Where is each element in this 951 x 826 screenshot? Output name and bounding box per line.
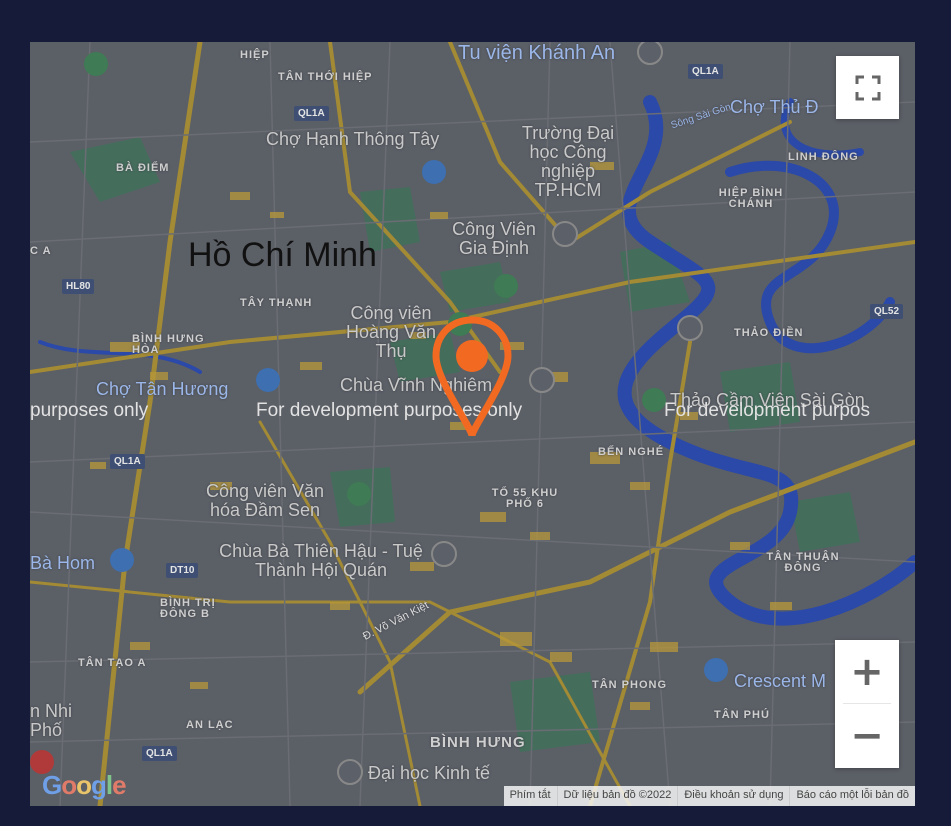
- district-label: LINH ĐÔNG: [788, 151, 859, 163]
- poi-label: Tu viện Khánh An: [458, 42, 616, 64]
- keyboard-shortcuts-link[interactable]: Phím tắt: [504, 786, 557, 806]
- map-view[interactable]: HIỆP TÂN THỚI HIỆP BÀ ĐIỂM TÂY THẠNH BÌN…: [30, 42, 915, 806]
- terms-link[interactable]: Điều khoản sử dụng: [677, 786, 789, 806]
- zoom-in-button[interactable]: +: [835, 640, 899, 703]
- route-shield: QL1A: [294, 106, 329, 121]
- district-label: C A: [30, 245, 52, 257]
- route-shield: HL80: [62, 279, 95, 294]
- district-label: HIỆP BÌNH CHÁNH: [718, 187, 784, 210]
- route-shield: QL52: [870, 304, 904, 319]
- district-label: AN LẠC: [186, 719, 234, 731]
- district-label: HIỆP: [240, 49, 270, 61]
- fullscreen-button[interactable]: [836, 56, 899, 119]
- report-error-link[interactable]: Báo cáo một lỗi bản đồ: [789, 786, 915, 806]
- city-label: Hồ Chí Minh: [188, 236, 377, 274]
- dev-watermark: purposes only: [30, 400, 149, 421]
- route-shield: QL1A: [688, 64, 723, 79]
- poi-label: Bà Hom: [30, 553, 96, 573]
- poi-label: Chợ Tân Hương: [96, 379, 229, 399]
- district-label: TÂN TẠO A: [78, 657, 147, 669]
- poi-label: Crescent M: [734, 671, 827, 691]
- route-shield: QL1A: [142, 746, 177, 761]
- poi-label: Chợ Thủ Đ: [730, 97, 819, 117]
- poi-label: Chợ Hạnh Thông Tây: [266, 129, 440, 149]
- google-logo[interactable]: Google: [42, 770, 127, 801]
- dev-watermark: For development purpos: [664, 400, 870, 421]
- poi-label: Công Viên Gia Định: [452, 219, 536, 258]
- district-label: TÂN PHONG: [592, 679, 667, 691]
- location-marker-icon[interactable]: [430, 316, 514, 440]
- district-label: BÌNH HƯNG HÒA: [132, 333, 205, 356]
- map-attribution: Phím tắt Dữ liệu bản đồ ©2022 Điều khoản…: [503, 786, 915, 806]
- poi-label: n Nhi Phố: [30, 701, 73, 740]
- district-label: BẾN NGHÉ: [598, 446, 665, 458]
- poi-label: Đại học Kinh tế: [368, 763, 491, 783]
- poi-label: Công viên Văn hóa Đầm Sen: [205, 481, 325, 520]
- district-label: BÌNH TRỊ ĐÔNG B: [160, 597, 216, 620]
- zoom-out-button[interactable]: −: [835, 704, 899, 767]
- map-data-link[interactable]: Dữ liệu bản đồ ©2022: [556, 786, 678, 806]
- district-label: TÂN PHÚ: [714, 709, 770, 721]
- fullscreen-icon: [855, 75, 880, 100]
- district-label: TỔ 55 KHU PHỐ 6: [491, 487, 559, 510]
- district-label: BÀ ĐIỂM: [116, 162, 170, 174]
- district-label: BÌNH HƯNG: [430, 734, 526, 751]
- poi-label: Chùa Bà Thiên Hậu - Tuệ Thành Hội Quán: [219, 541, 423, 580]
- district-label: TÂN THỚI HIỆP: [278, 71, 373, 83]
- poi-label: Trường Đại học Công nghiệp TP.HCM: [521, 123, 615, 200]
- route-shield: QL1A: [110, 454, 145, 469]
- route-shield: DT10: [166, 563, 199, 578]
- zoom-control: + −: [835, 640, 899, 768]
- district-label: THẢO ĐIỀN: [734, 327, 804, 339]
- district-label: TÂN THUẬN ĐÔNG: [766, 551, 840, 574]
- district-label: TÂY THẠNH: [240, 297, 313, 309]
